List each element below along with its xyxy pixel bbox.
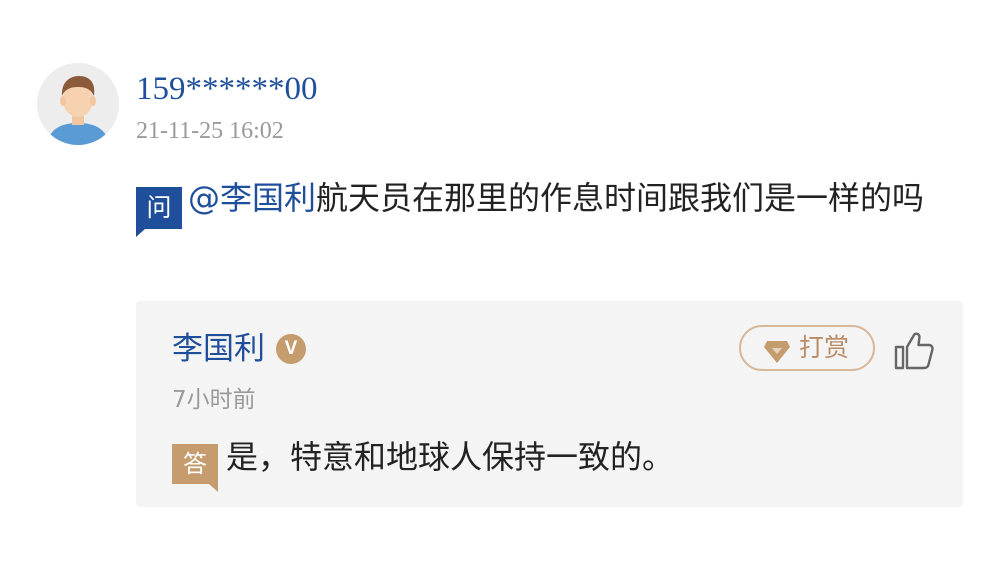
answerer-name[interactable]: 李国利 [172, 329, 265, 369]
question-badge: 问 [136, 187, 182, 237]
question-text: 航天员在那里的作息时间跟我们是一样的吗 [316, 179, 925, 217]
answer-badge: 答 [172, 444, 218, 492]
answer-text: 是，特意和地球人保持一致的。 [226, 438, 675, 476]
user-avatar-icon[interactable] [37, 63, 119, 145]
comment-timestamp: 21-11-25 16:02 [136, 118, 284, 144]
question-content: 问 @李国利航天员在那里的作息时间跟我们是一样的吗 [136, 172, 956, 237]
answer-content: 答是，特意和地球人保持一致的。 [172, 435, 675, 492]
tip-button[interactable]: 打赏 [739, 325, 875, 371]
avatar-illustration [37, 63, 119, 145]
mention-link[interactable]: @李国利 [188, 179, 316, 217]
answer-card: 李国利 V 打赏 7小时前 答是，特意和地球人保持一致的。 [136, 301, 963, 507]
diamond-icon [763, 336, 791, 378]
tip-label: 打赏 [799, 333, 850, 362]
username[interactable]: 159******00 [136, 68, 318, 110]
answer-timestamp: 7小时前 [172, 387, 256, 413]
thumbs-up-icon[interactable] [892, 329, 936, 373]
verified-badge: V [276, 334, 306, 364]
